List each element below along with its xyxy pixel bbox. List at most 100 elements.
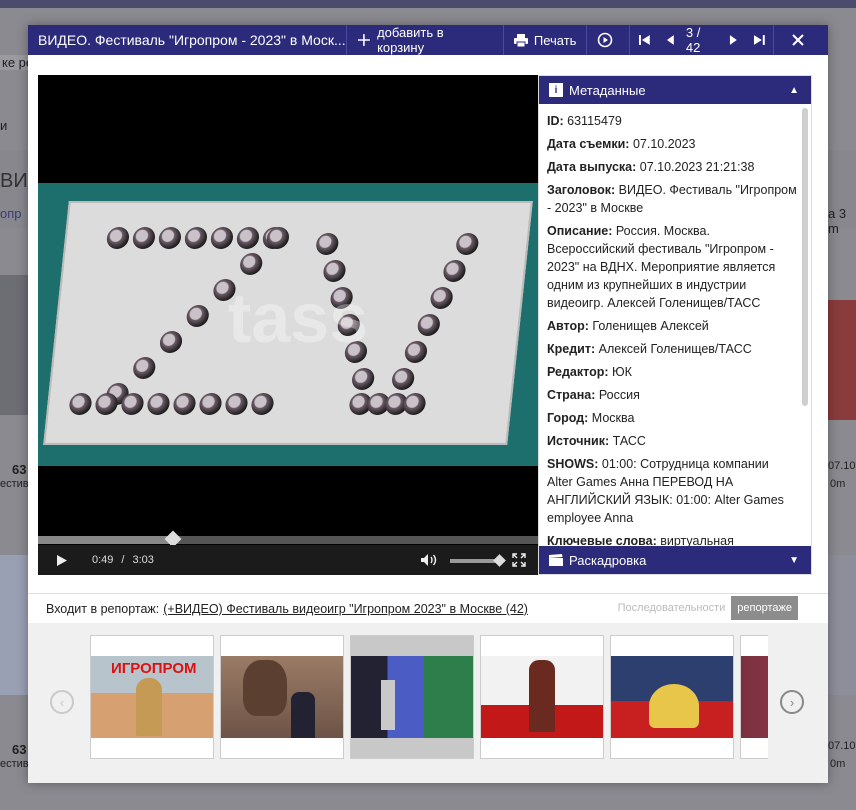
coin-shape [209,227,235,249]
report-option[interactable]: репортаже [731,596,798,620]
storyboard-header[interactable]: Раскадровка ▼ [539,546,811,574]
background-text: 0m [830,478,846,490]
meta-value: Голенищев Алексей [592,319,709,333]
meta-label: Заголовок: [547,183,616,197]
thumbnail-strip: ИГРОПРОМ [90,635,768,761]
coin-shape [94,393,119,415]
previous-icon[interactable] [664,33,678,47]
chevron-left-icon: ‹ [59,694,65,710]
video-player[interactable]: tass 0:49 / 3:03 [38,75,538,575]
printer-icon [513,33,528,47]
meta-value: 07.10.2023 21:21:38 [639,160,755,174]
chevron-right-icon: › [789,694,795,710]
coin-shape [350,368,376,390]
meta-label: Город: [547,411,589,425]
thumbnail-figure [136,678,162,736]
thumbnail[interactable] [610,635,734,759]
metadata-body: ID: 63115479 Дата съемки: 07.10.2023 Дат… [539,104,797,546]
view-toggle: Последовательности репортаже [611,596,798,620]
coin-shape [105,227,131,249]
close-button[interactable] [774,25,828,55]
thumbnail-image [351,656,473,738]
coin-shape [429,287,454,309]
player-controls: 0:49 / 3:03 [38,545,538,575]
coin-shape [146,393,171,415]
report-link[interactable]: (+ВИДЕО) Фестиваль видеоигр "Игропром 20… [163,602,528,616]
print-button[interactable]: Печать [504,25,587,55]
meta-label: Ключевые слова: [547,534,657,546]
thumbnail[interactable] [220,635,344,759]
meta-value: Москва [591,411,635,425]
meta-value: Россия [598,388,640,402]
meta-row: Страна: Россия [547,386,797,404]
coin-shape [250,393,275,415]
carousel-next-button[interactable]: › [780,690,804,714]
close-icon [792,34,804,46]
coin-shape [455,233,480,255]
metadata-title: Метаданные [569,82,646,98]
seek-bar[interactable] [38,530,538,548]
collapse-down-icon[interactable]: ▼ [789,555,799,566]
volume-level [450,559,495,563]
thumbnail[interactable]: ИГРОПРОМ [90,635,214,759]
meta-value: 07.10.2023 [632,137,696,151]
modal-header: ВИДЕО. Фестиваль "Игропром - 2023" в Мос… [28,25,828,55]
coin-shape [390,368,416,390]
thumbnail-image: ИГРОПРОМ [91,656,213,738]
fullscreen-icon[interactable] [512,553,526,567]
volume-icon[interactable] [420,553,438,567]
carousel-prev-button[interactable]: ‹ [50,690,74,714]
metadata-header[interactable]: i Метаданные ▲ [539,76,811,104]
coin-shape [315,233,340,255]
meta-value: 63115479 [567,114,622,128]
background-topbar [0,0,856,8]
collapse-up-icon[interactable]: ▲ [789,85,799,96]
print-label: Печать [533,32,577,48]
meta-label: Автор: [547,319,589,333]
coin-shape [239,253,264,275]
meta-label: SHOWS: [547,457,599,471]
background-image [0,275,28,415]
sequence-option[interactable]: Последовательности [611,596,732,620]
clapperboard-icon [549,554,563,566]
thumbnail-image [481,656,603,738]
play-icon[interactable] [56,554,68,567]
coin-shape [265,227,291,249]
coin-shape [416,314,441,336]
coin-shape [131,227,157,249]
thumbnail-figure [649,684,699,728]
thumbnail-figure [243,660,287,716]
thumbnail[interactable] [480,635,604,759]
meta-label: Страна: [547,388,596,402]
next-icon[interactable] [726,33,740,47]
background-text: и [0,118,8,133]
volume-handle[interactable] [493,554,506,567]
meta-label: Описание: [547,224,613,238]
coin-shape [68,393,93,415]
thumbnail-figure [529,660,555,732]
last-page-icon[interactable] [752,33,766,47]
report-label: Входит в репортаж: [46,602,160,616]
volume-slider[interactable] [450,554,506,567]
thumbnail-carousel: ‹ ИГРОПРОМ › [28,623,828,783]
meta-row: Описание: Россия. Москва. Всероссийский … [547,222,797,312]
background-text: 0m [830,758,846,770]
meta-label: Кредит: [547,342,596,356]
add-to-cart-label: добавить в корзину [377,25,444,55]
first-page-icon[interactable] [638,33,652,47]
meta-row: Дата выпуска: 07.10.2023 21:21:38 [547,158,797,176]
meta-row: Ключевые слова: виртуальная [547,532,797,546]
add-to-cart-button[interactable]: добавить в корзину [347,25,503,55]
coin-shape [185,305,210,327]
media-modal: ВИДЕО. Фестиваль "Игропром - 2023" в Мос… [28,25,828,783]
thumbnail-selected[interactable] [350,635,474,759]
metadata-scrollbar[interactable] [802,108,808,406]
meta-value: ТАСС [612,434,646,448]
slideshow-button[interactable] [587,25,629,55]
thumbnail-image [741,656,768,738]
info-icon: i [549,83,563,97]
meta-label: Редактор: [547,365,609,379]
thumbnail[interactable] [740,635,768,759]
meta-row: Город: Москва [547,409,797,427]
pager: 3 / 42 [630,25,773,55]
